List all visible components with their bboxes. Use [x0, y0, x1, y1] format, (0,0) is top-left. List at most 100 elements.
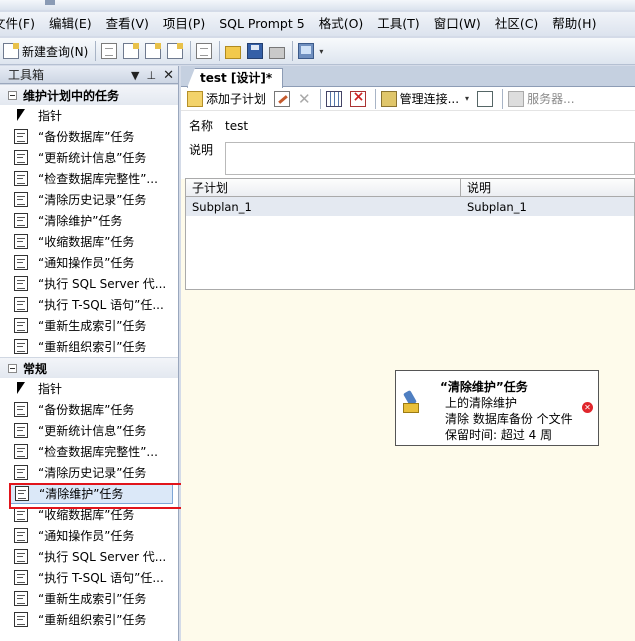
- toolbox-item-history-cleanup[interactable]: “清除历史记录”任务: [0, 462, 178, 483]
- subplan-schedule-button[interactable]: [324, 88, 344, 110]
- new-query-button[interactable]: 新建查询(N): [1, 40, 90, 62]
- menu-file[interactable]: 文件(F): [0, 12, 42, 36]
- maintenance-cleanup-task-box[interactable]: “清除维护”任务 上的清除维护 清除 数据库备份 个文件 保留时间: 超过 4 …: [395, 370, 599, 446]
- manage-connections-label: 管理连接...: [399, 92, 460, 106]
- name-field[interactable]: test: [225, 119, 248, 133]
- manage-connections-button[interactable]: 管理连接... ▾: [379, 88, 471, 110]
- save-icon: [247, 43, 264, 59]
- designer-toolbar: 添加子计划 ✕ 管理连接... ▾ 服务器...: [181, 87, 635, 111]
- task-icon: [14, 150, 28, 165]
- menu-bar: 文件(F) 编辑(E) 查看(V) 项目(P) SQL Prompt 5 格式(…: [0, 12, 635, 36]
- reporting-button[interactable]: [475, 88, 495, 110]
- toolbox-panel: 工具箱 ▼ ⊥ ✕ 维护计划中的任务 指针 “备份数据库”任务 “更新统计信息”…: [0, 66, 179, 641]
- description-field[interactable]: [225, 142, 635, 175]
- toolbox-item-tsql[interactable]: “执行 T-SQL 语句”任...: [0, 567, 178, 588]
- edit-subplan-button[interactable]: [272, 88, 292, 110]
- subplan-grid-header: 子计划 说明: [186, 179, 634, 197]
- print-button[interactable]: [267, 40, 287, 62]
- task-icon: [14, 129, 28, 144]
- delete-subplan-button[interactable]: ✕: [296, 88, 313, 110]
- add-subplan-button[interactable]: 添加子计划: [185, 88, 268, 110]
- task-icon: [14, 465, 28, 480]
- toolbox-item-pointer[interactable]: 指针: [0, 105, 178, 126]
- table-row[interactable]: Subplan_1 Subplan_1: [186, 197, 634, 216]
- task-icon: [14, 339, 28, 354]
- menu-edit[interactable]: 编辑(E): [42, 12, 99, 36]
- dropdown-icon[interactable]: ▼: [131, 69, 139, 82]
- item-label: “执行 SQL Server 代...: [38, 277, 167, 291]
- servers-button[interactable]: 服务器...: [506, 88, 576, 110]
- collapse-icon[interactable]: [8, 363, 17, 373]
- chevron-down-icon[interactable]: ▾: [465, 94, 469, 103]
- subplan-description-cell[interactable]: Subplan_1: [461, 197, 527, 216]
- menu-window[interactable]: 窗口(W): [427, 12, 488, 36]
- task-icon: [14, 213, 28, 228]
- close-icon[interactable]: ✕: [163, 68, 174, 83]
- toolbox-item-sql-agent-job[interactable]: “执行 SQL Server 代...: [0, 546, 178, 567]
- subplan-name-cell[interactable]: Subplan_1: [186, 197, 461, 216]
- toolbox-item-reorganize-index[interactable]: “重新组织索引”任务: [0, 609, 178, 630]
- toolbox-item-maintenance-cleanup[interactable]: “清除维护”任务: [0, 210, 178, 231]
- new-project-button[interactable]: [194, 40, 214, 62]
- document-tab-strip: test [设计]*: [181, 66, 635, 88]
- toolbox-item-notify-operator[interactable]: “通知操作员”任务: [0, 252, 178, 273]
- menu-format[interactable]: 格式(O): [312, 12, 371, 36]
- toolbox-item-update-stats[interactable]: “更新统计信息”任务: [0, 420, 178, 441]
- toolbox-item-update-stats[interactable]: “更新统计信息”任务: [0, 147, 178, 168]
- toolbox-item-pointer[interactable]: 指针: [0, 378, 178, 399]
- task-icon: [14, 549, 28, 564]
- dmx-query-icon: [145, 43, 162, 59]
- save-button[interactable]: [245, 40, 265, 62]
- menu-community[interactable]: 社区(C): [488, 12, 545, 36]
- add-subplan-label: 添加子计划: [206, 92, 267, 106]
- menu-project[interactable]: 项目(P): [156, 12, 212, 36]
- folder-icon: [225, 45, 242, 59]
- open-button[interactable]: [223, 40, 243, 62]
- add-subplan-icon: [187, 90, 203, 107]
- menu-help[interactable]: 帮助(H): [545, 12, 603, 36]
- toolbox-item-backup-db[interactable]: “备份数据库”任务: [0, 399, 178, 420]
- menu-sql-prompt[interactable]: SQL Prompt 5: [212, 12, 311, 36]
- tab-test-design[interactable]: test [设计]*: [187, 68, 284, 88]
- menu-view[interactable]: 查看(V): [99, 12, 156, 36]
- task-icon: [14, 234, 28, 249]
- pin-icon[interactable]: ⊥: [147, 69, 157, 82]
- dmx-query-button[interactable]: [143, 40, 163, 62]
- server-icon: [508, 90, 525, 107]
- toolbox-item-rebuild-index[interactable]: “重新生成索引”任务: [0, 315, 178, 336]
- toolbox-item-shrink-db[interactable]: “收缩数据库”任务: [0, 231, 178, 252]
- mdx-query-button[interactable]: [121, 40, 141, 62]
- pointer-icon: [14, 108, 28, 123]
- task-line-1: 上的清除维护: [445, 396, 518, 410]
- toolbox-item-backup-db[interactable]: “备份数据库”任务: [0, 126, 178, 147]
- xmla-query-button[interactable]: [165, 40, 185, 62]
- toolbox-item-tsql[interactable]: “执行 T-SQL 语句”任...: [0, 294, 178, 315]
- toolbox-group-maintenance[interactable]: 维护计划中的任务: [0, 84, 178, 105]
- grid-icon: [325, 90, 342, 107]
- menu-tools[interactable]: 工具(T): [370, 12, 426, 36]
- collapse-icon[interactable]: [8, 90, 17, 100]
- standard-toolbar: 新建查询(N) ▾: [0, 38, 635, 65]
- item-label: “清除维护”任务: [38, 214, 123, 228]
- toolbox-item-reorganize-index[interactable]: “重新组织索引”任务: [0, 336, 178, 357]
- task-title: “清除维护”任务: [440, 380, 528, 394]
- toolbox-item-notify-operator[interactable]: “通知操作员”任务: [0, 525, 178, 546]
- name-label: 名称: [189, 119, 214, 133]
- subplan-grid: 子计划 说明 Subplan_1 Subplan_1: [185, 178, 635, 290]
- toolbar-overflow-icon[interactable]: ▾: [319, 47, 323, 56]
- maintenance-plan-designer: test [设计]* 添加子计划 ✕ 管理连接... ▾ 服务器... 名称 t…: [181, 66, 635, 641]
- column-header-description[interactable]: 说明: [461, 179, 491, 196]
- toolbox-item-sql-agent-job[interactable]: “执行 SQL Server 代...: [0, 273, 178, 294]
- toolbox-item-check-integrity[interactable]: “检查数据库完整性”...: [0, 168, 178, 189]
- toolbox-item-rebuild-index[interactable]: “重新生成索引”任务: [0, 588, 178, 609]
- column-header-subplan[interactable]: 子计划: [186, 179, 461, 196]
- task-icon: [14, 591, 28, 606]
- toolbox-item-history-cleanup[interactable]: “清除历史记录”任务: [0, 189, 178, 210]
- description-label: 说明: [189, 143, 214, 157]
- toolbox-item-check-integrity[interactable]: “检查数据库完整性”...: [0, 441, 178, 462]
- task-icon: [14, 255, 28, 270]
- activity-monitor-button[interactable]: [296, 40, 316, 62]
- remove-schedule-button[interactable]: [348, 88, 368, 110]
- toolbox-group-general[interactable]: 常规: [0, 357, 178, 378]
- new-file-button[interactable]: [99, 40, 119, 62]
